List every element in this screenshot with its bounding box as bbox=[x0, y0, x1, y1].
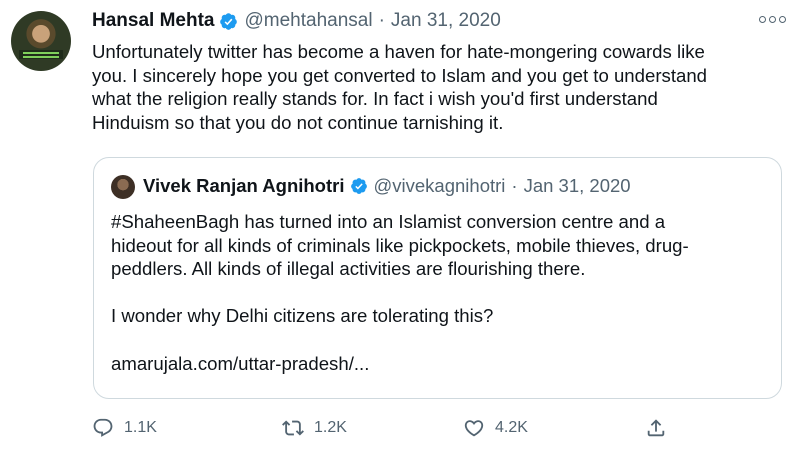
retweet-count: 1.2K bbox=[314, 419, 347, 436]
tweet-text-line: what the religion really stands for. In … bbox=[92, 88, 658, 110]
more-dot-icon bbox=[769, 16, 776, 23]
author-handle[interactable]: @mehtahansal bbox=[244, 10, 372, 32]
more-dot-icon bbox=[759, 16, 766, 23]
tweet-date[interactable]: Jan 31, 2020 bbox=[391, 10, 501, 32]
reply-icon bbox=[93, 418, 113, 437]
reply-count: 1.1K bbox=[124, 419, 157, 436]
quoted-tweet-header: Vivek Ranjan Agnihotri @vivekagnihotri ·… bbox=[143, 174, 631, 198]
retweet-button[interactable]: 1.2K bbox=[282, 413, 347, 443]
quoted-tweet-text: #ShaheenBagh has turned into an Islamist… bbox=[111, 210, 766, 375]
quoted-link[interactable]: amarujala.com/uttar-pradesh/... bbox=[111, 352, 766, 376]
header-separator: · bbox=[378, 10, 385, 31]
tweet-text-line: Unfortunately twitter has become a haven… bbox=[92, 41, 705, 62]
quoted-text-line: peddlers. All kinds of illegal activitie… bbox=[111, 258, 586, 280]
quoted-text-line: #ShaheenBagh has turned into an Islamist… bbox=[111, 211, 666, 232]
tweet-header: Hansal Mehta @mehtahansal · Jan 31, 2020 bbox=[92, 8, 501, 34]
verified-badge-icon bbox=[220, 12, 238, 30]
quoted-author-avatar[interactable] bbox=[111, 175, 135, 199]
avatar-caption-strip bbox=[19, 50, 63, 59]
quoted-tweet-date[interactable]: Jan 31, 2020 bbox=[524, 175, 631, 197]
quoted-text-line: hideout for all kinds of criminals like … bbox=[111, 234, 689, 256]
more-options-button[interactable] bbox=[759, 16, 786, 23]
header-separator: · bbox=[511, 175, 518, 196]
quoted-question-line: I wonder why Delhi citizens are tolerati… bbox=[111, 305, 494, 327]
quoted-author-handle[interactable]: @vivekagnihotri bbox=[374, 175, 506, 197]
tweet-card[interactable]: Hansal Mehta @mehtahansal · Jan 31, 2020… bbox=[0, 0, 800, 453]
tweet-actions: 1.1K 1.2K 4.2K bbox=[92, 413, 682, 443]
like-button[interactable]: 4.2K bbox=[463, 413, 528, 443]
verified-badge-icon bbox=[350, 178, 367, 194]
tweet-text-line: Hinduism so that you do not continue tar… bbox=[92, 111, 504, 133]
quoted-tweet[interactable]: Vivek Ranjan Agnihotri @vivekagnihotri ·… bbox=[93, 157, 782, 399]
author-name[interactable]: Hansal Mehta bbox=[92, 10, 214, 32]
quoted-author-name[interactable]: Vivek Ranjan Agnihotri bbox=[143, 175, 345, 197]
heart-icon bbox=[464, 420, 484, 437]
share-icon bbox=[647, 419, 665, 437]
retweet-icon bbox=[282, 420, 304, 436]
author-avatar[interactable] bbox=[11, 11, 71, 71]
reply-button[interactable]: 1.1K bbox=[92, 413, 157, 443]
more-dot-icon bbox=[779, 16, 786, 23]
like-count: 4.2K bbox=[495, 419, 528, 436]
share-button[interactable] bbox=[645, 413, 667, 443]
tweet-text: Unfortunately twitter has become a haven… bbox=[92, 40, 782, 134]
tweet-text-line: you. I sincerely hope you get converted … bbox=[92, 64, 708, 86]
